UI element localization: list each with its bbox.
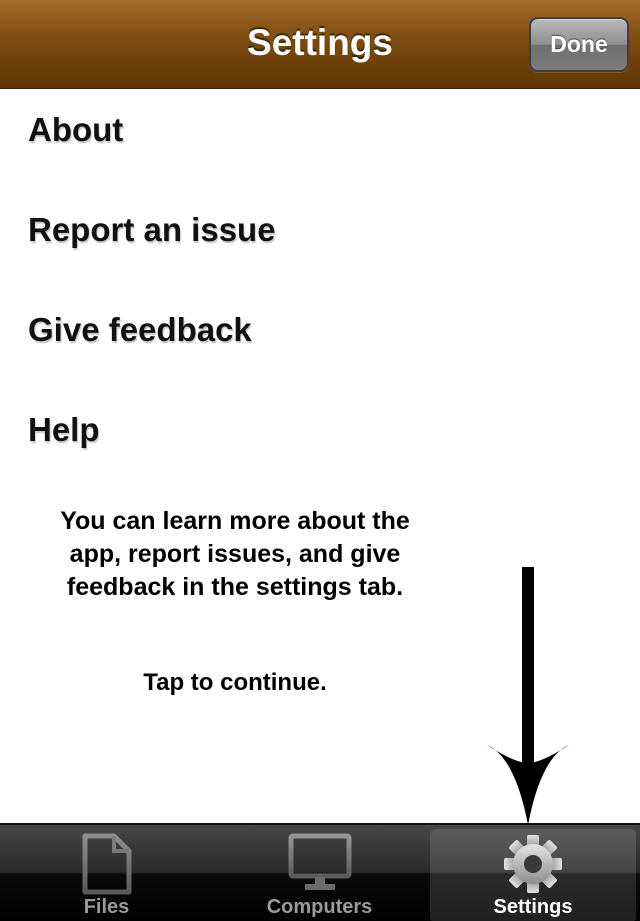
- monitor-icon: [288, 833, 351, 890]
- menu-item-help[interactable]: Help: [28, 400, 588, 460]
- done-button[interactable]: Done: [529, 17, 629, 72]
- settings-screen: Settings Done About Report an issue Give…: [0, 0, 640, 921]
- tab-label: Computers: [266, 896, 373, 918]
- tab-label: Files: [83, 896, 130, 918]
- gear-icon: [504, 835, 562, 893]
- tab-files[interactable]: Files: [0, 829, 213, 921]
- tab-settings[interactable]: Settings: [430, 829, 636, 921]
- navigation-bar: Settings Done: [0, 0, 640, 89]
- down-arrow-icon: [487, 567, 569, 825]
- menu-item-give-feedback[interactable]: Give feedback: [28, 300, 588, 360]
- tutorial-message-line: You can learn more about the: [60, 507, 410, 535]
- tap-to-continue[interactable]: Tap to continue.: [20, 668, 450, 698]
- tab-computers[interactable]: Computers: [213, 829, 426, 921]
- tutorial-message: You can learn more about the app, report…: [20, 505, 450, 604]
- menu-item-about[interactable]: About: [28, 100, 588, 160]
- tutorial-message-line: app, report issues, and give: [69, 540, 401, 568]
- tutorial-message-line: feedback in the settings tab.: [66, 573, 404, 601]
- tab-bar: Files Computers Settings: [0, 823, 640, 921]
- menu-item-report-issue[interactable]: Report an issue: [28, 200, 588, 260]
- document-icon: [82, 833, 131, 895]
- tab-label: Settings: [493, 896, 573, 918]
